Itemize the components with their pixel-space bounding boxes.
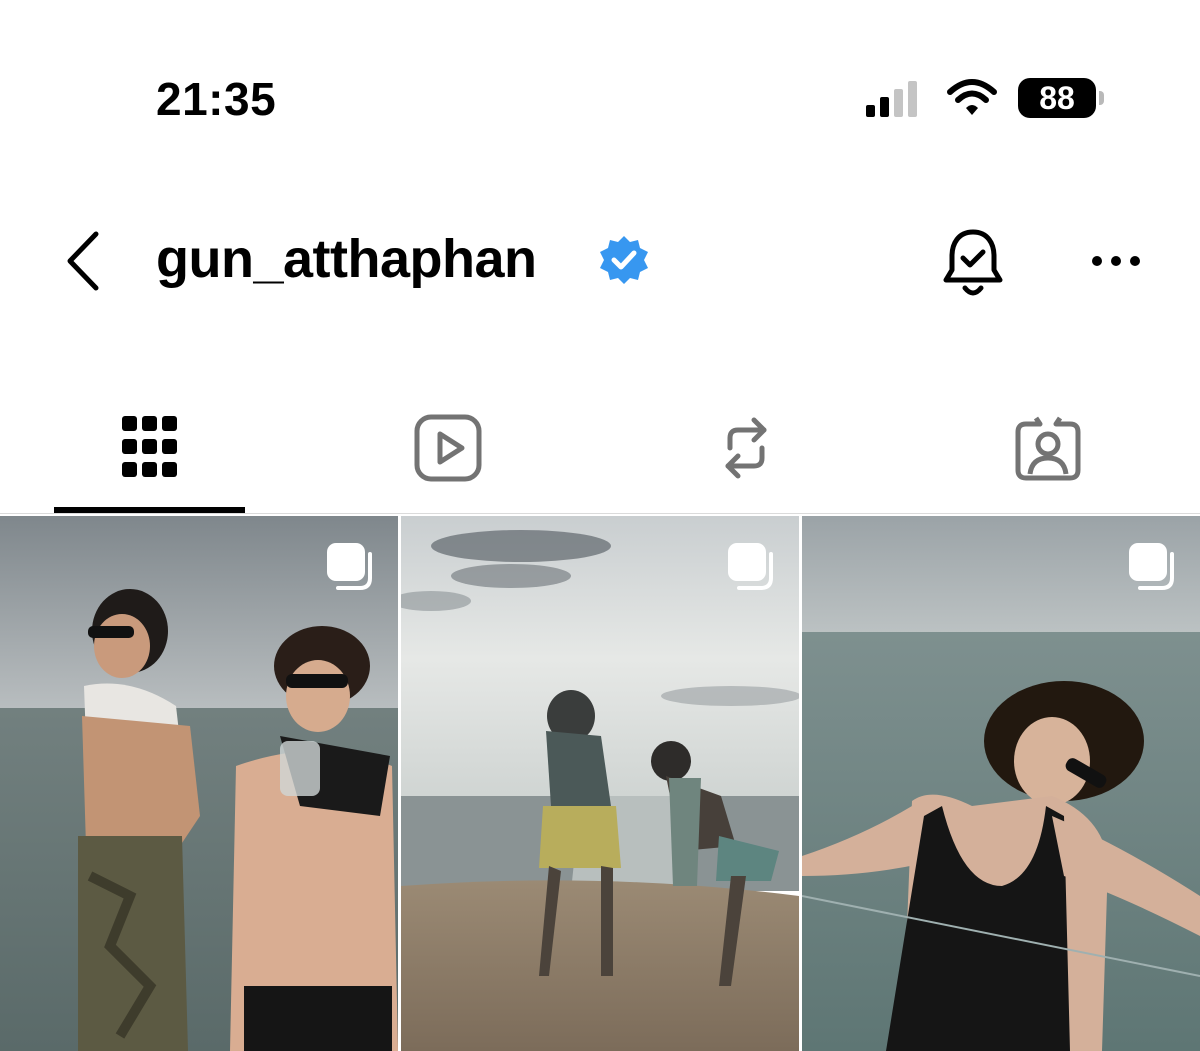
multiple-photos-icon	[327, 543, 372, 590]
grid-icon	[122, 416, 177, 477]
verified-badge-icon	[600, 236, 648, 284]
wifi-icon	[947, 79, 997, 115]
tabs-divider	[0, 513, 1200, 514]
battery-tip	[1099, 91, 1104, 105]
back-chevron-icon[interactable]	[58, 226, 108, 296]
profile-screen: 21:35 88 gun_atthaphan	[0, 0, 1200, 1051]
post-photo-2	[401, 516, 799, 1051]
post-photo-3	[802, 516, 1200, 1051]
post-thumbnail-3[interactable]	[802, 516, 1200, 1051]
bell-notification-icon[interactable]	[940, 226, 1006, 306]
tagged-person-icon	[1015, 416, 1081, 481]
profile-username: gun_atthaphan	[156, 229, 537, 289]
profile-tabs	[0, 400, 1200, 514]
profile-header: gun_atthaphan	[0, 210, 1200, 310]
cellular-signal-icon	[866, 81, 917, 117]
status-indicators: 88	[866, 76, 1104, 120]
multiple-photos-icon	[728, 543, 773, 590]
reels-play-icon	[414, 414, 482, 482]
posts-grid	[0, 516, 1200, 1051]
post-thumbnail-1[interactable]	[0, 516, 398, 1051]
tab-reposts[interactable]	[596, 400, 896, 514]
tab-reels[interactable]	[298, 400, 598, 514]
battery-icon: 88	[1018, 78, 1104, 118]
multiple-photos-icon	[1129, 543, 1174, 590]
tab-tagged[interactable]	[898, 400, 1198, 514]
battery-level: 88	[1039, 79, 1075, 116]
post-photo-1	[0, 516, 398, 1051]
more-options-icon[interactable]	[1090, 248, 1142, 274]
post-thumbnail-2[interactable]	[401, 516, 799, 1051]
repost-icon	[725, 417, 767, 479]
tab-posts[interactable]	[0, 400, 300, 514]
status-time: 21:35	[156, 73, 277, 125]
